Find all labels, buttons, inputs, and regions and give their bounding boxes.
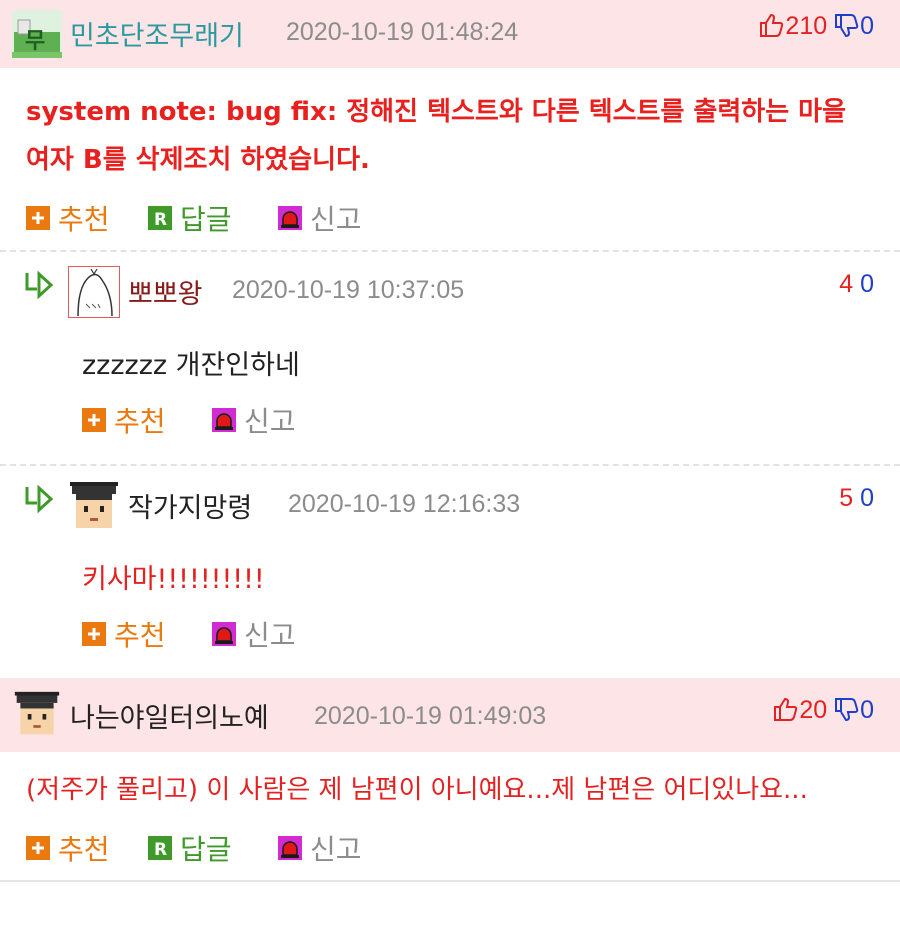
divider xyxy=(0,880,900,882)
reply-header: 작가지망령 2020-10-19 12:16:33 5 0 xyxy=(0,466,900,542)
downvote-count: 0 xyxy=(860,12,874,40)
downvote-count: 0 xyxy=(860,270,874,298)
plus-icon xyxy=(82,622,106,646)
comment-header: 무 민초단조무래기 2020-10-19 01:48:24 210 0 xyxy=(0,0,900,68)
vote-counter: 210 0 xyxy=(759,12,874,41)
plus-icon xyxy=(26,836,50,860)
reply-arrow-icon xyxy=(25,484,54,514)
report-button[interactable]: 신고 xyxy=(212,400,296,440)
recommend-button[interactable]: 추천 xyxy=(82,614,166,654)
report-button[interactable]: 신고 xyxy=(278,198,362,238)
recommend-button[interactable]: 추천 xyxy=(82,400,166,440)
user-avatar-icon[interactable] xyxy=(68,480,120,532)
reply-date: 2020-10-19 10:37:05 xyxy=(232,276,465,304)
siren-icon xyxy=(212,622,236,646)
reply-r-icon: R xyxy=(148,836,172,860)
comment-actions: 추천 R 답글 신고 xyxy=(0,184,900,250)
thumbs-up-icon[interactable] xyxy=(773,696,799,722)
vote-counter: 4 0 xyxy=(839,270,874,299)
reply-arrow-icon xyxy=(25,270,54,300)
comment: 무 민초단조무래기 2020-10-19 01:48:24 210 0 syst… xyxy=(0,0,900,250)
author-name[interactable]: 민초단조무래기 xyxy=(70,14,244,53)
downvote-count: 0 xyxy=(860,484,874,512)
upvote-count: 4 xyxy=(839,270,854,298)
reply-comment: 뽀뽀왕 2020-10-19 10:37:05 4 0 zzzzzz 개잔인하네… xyxy=(0,252,900,464)
siren-icon xyxy=(278,836,302,860)
upvote-count: 210 xyxy=(785,12,828,40)
reply-button[interactable]: R 답글 xyxy=(148,198,232,238)
upvote-count: 20 xyxy=(799,696,828,724)
thumbs-down-icon[interactable] xyxy=(834,12,860,38)
svg-text:무: 무 xyxy=(25,29,45,54)
reply-actions: 추천 신고 xyxy=(0,386,900,452)
reply-text: 키사마!!!!!!!!!! xyxy=(82,564,265,595)
user-avatar-icon[interactable]: 무 xyxy=(12,10,62,58)
siren-icon xyxy=(278,206,302,230)
thumbs-down-icon[interactable] xyxy=(834,696,860,722)
siren-icon xyxy=(212,408,236,432)
downvote-count: 0 xyxy=(860,696,874,724)
comment-date: 2020-10-19 01:48:24 xyxy=(286,18,519,46)
report-button[interactable]: 신고 xyxy=(278,828,362,868)
reply-header: 뽀뽀왕 2020-10-19 10:37:05 4 0 xyxy=(0,252,900,328)
vote-counter: 5 0 xyxy=(839,484,874,513)
comment-header: 나는야일터의노예 2020-10-19 01:49:03 20 0 xyxy=(0,678,900,752)
plus-icon xyxy=(26,206,50,230)
recommend-button[interactable]: 추천 xyxy=(26,198,110,238)
author-name[interactable]: 뽀뽀왕 xyxy=(128,272,203,311)
comment-actions: 추천 R 답글 신고 xyxy=(0,814,900,880)
reply-text: zzzzzz 개잔인하네 xyxy=(82,350,300,381)
reply-button[interactable]: R 답글 xyxy=(148,828,232,868)
upvote-count: 5 xyxy=(839,484,854,512)
plus-icon xyxy=(82,408,106,432)
reply-comment: 작가지망령 2020-10-19 12:16:33 5 0 키사마!!!!!!!… xyxy=(0,466,900,678)
user-avatar-icon[interactable] xyxy=(12,690,62,738)
report-button[interactable]: 신고 xyxy=(212,614,296,654)
user-avatar-icon[interactable] xyxy=(68,266,120,318)
reply-actions: 추천 신고 xyxy=(0,600,900,666)
thumbs-up-icon[interactable] xyxy=(759,12,785,38)
author-name[interactable]: 작가지망령 xyxy=(128,486,252,525)
comment-text: system note: bug fix: 정해진 텍스트와 다른 텍스트를 출… xyxy=(26,97,847,175)
vote-counter: 20 0 xyxy=(773,696,874,725)
svg-text:R: R xyxy=(154,840,167,860)
comment-date: 2020-10-19 01:49:03 xyxy=(314,702,547,730)
author-name[interactable]: 나는야일터의노예 xyxy=(70,696,269,735)
recommend-button[interactable]: 추천 xyxy=(26,828,110,868)
svg-text:R: R xyxy=(154,210,167,230)
comment-text: (저주가 풀리고) 이 사람은 제 남편이 아니예요...제 남편은 어디있나요… xyxy=(26,775,808,805)
comment: 나는야일터의노예 2020-10-19 01:49:03 20 0 (저주가 풀… xyxy=(0,678,900,880)
reply-r-icon: R xyxy=(148,206,172,230)
reply-date: 2020-10-19 12:16:33 xyxy=(288,490,521,518)
